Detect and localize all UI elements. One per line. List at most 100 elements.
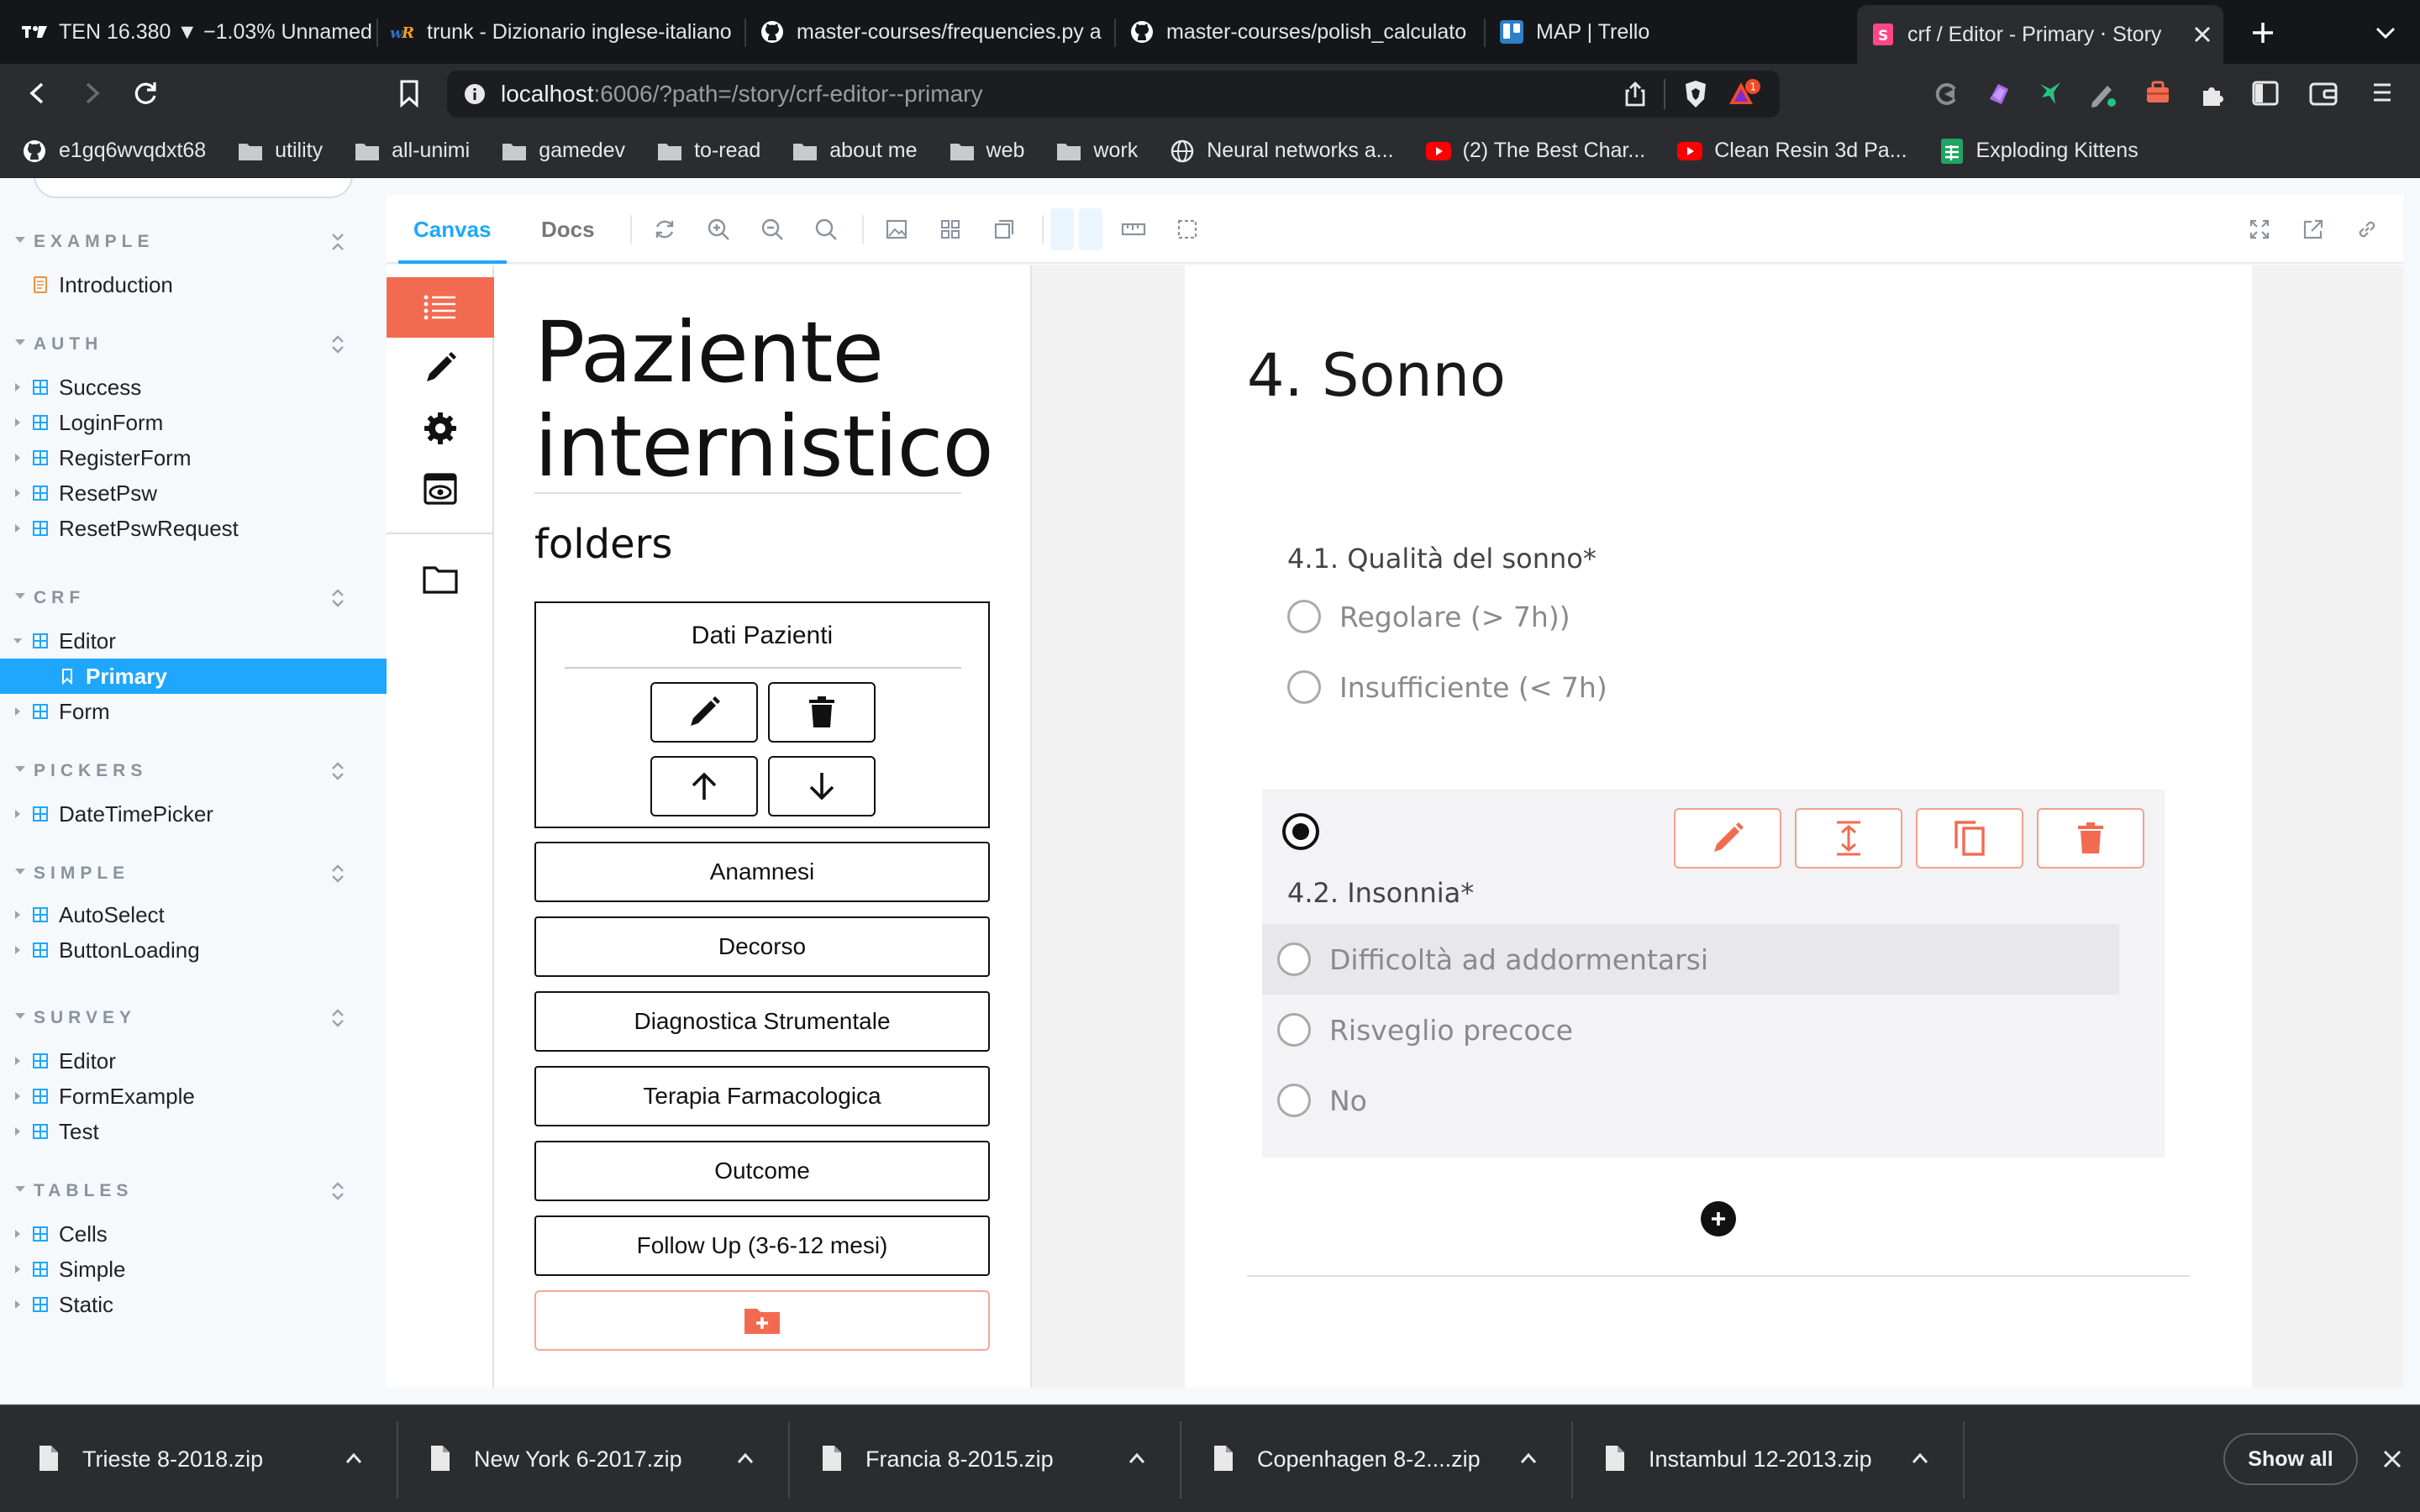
download-item[interactable]: Instambul 12-2013.zip [1566, 1406, 1958, 1512]
download-item[interactable]: Copenhagen 8-2....zip [1175, 1406, 1566, 1512]
address-bar[interactable]: localhost :6006/?path=/story/crf-editor-… [447, 71, 1780, 118]
bookmark-folder-utility[interactable]: utility [238, 139, 323, 164]
close-downloads-icon[interactable] [2380, 1446, 2405, 1472]
outline-icon[interactable] [1173, 215, 1202, 244]
zoom-in-icon[interactable] [704, 215, 733, 244]
rail-folders-button[interactable] [387, 549, 494, 610]
expand-all-icon[interactable] [328, 585, 348, 612]
radio-circle-icon[interactable] [1277, 1013, 1311, 1047]
sidebar-item-cells[interactable]: Cells [0, 1216, 387, 1252]
radio-option[interactable]: No [1262, 1065, 2119, 1136]
bookmark-neural-networks[interactable]: Neural networks a... [1170, 139, 1394, 164]
folder-card-open[interactable]: Dati Pazienti [534, 601, 990, 828]
chevron-up-icon[interactable] [736, 1450, 755, 1467]
tab-search-chevron-icon[interactable] [2375, 25, 2396, 40]
folder-anamnesi[interactable]: Anamnesi [534, 842, 990, 902]
tab-github-frequencies[interactable]: master-courses/frequencies.py a [760, 0, 1113, 64]
sidebar-item-autoselect[interactable]: AutoSelect [0, 897, 387, 932]
chevron-up-icon[interactable] [1128, 1450, 1146, 1467]
collapse-all-icon[interactable] [328, 228, 348, 255]
expand-all-icon[interactable] [328, 860, 348, 887]
measure-ruler-icon[interactable] [1119, 215, 1148, 244]
sidebar-item-test[interactable]: Test [0, 1114, 387, 1149]
sidebar-item-success[interactable]: Success [0, 370, 387, 405]
close-tab-icon[interactable] [2191, 24, 2213, 45]
edit-question-button[interactable] [1674, 808, 1781, 869]
section-header-crf[interactable]: CRF [0, 581, 387, 615]
site-info-icon[interactable] [464, 83, 486, 105]
sidebar-item-simple[interactable]: Simple [0, 1252, 387, 1287]
bookmark-youtube-best-char[interactable]: (2) The Best Char... [1425, 139, 1645, 164]
chevron-up-icon[interactable] [1911, 1450, 1929, 1467]
bookmark-exploding-kittens[interactable]: Exploding Kittens [1939, 138, 2139, 164]
sidebar-item-survey-editor[interactable]: Editor [0, 1043, 387, 1079]
toolbox-extension-icon[interactable] [2144, 79, 2171, 106]
section-header-survey[interactable]: SURVEY [0, 1001, 387, 1035]
radio-option-hovered[interactable]: Difficoltà ad addormentarsi [1262, 924, 2119, 995]
sidebar-item-primary-story[interactable]: Primary [0, 659, 387, 694]
bookmark-folder-gamedev[interactable]: gamedev [502, 139, 625, 164]
tab-docs[interactable]: Docs [541, 195, 595, 264]
add-folder-button[interactable] [534, 1290, 990, 1351]
bookmark-folder-work[interactable]: work [1056, 139, 1138, 164]
expand-all-icon[interactable] [328, 331, 348, 358]
sidebar-toggle-icon[interactable] [2252, 81, 2279, 106]
expand-all-icon[interactable] [328, 758, 348, 785]
sidebar-item-crf-editor[interactable]: Editor [0, 623, 387, 659]
sidebar-item-registerform[interactable]: RegisterForm [0, 440, 387, 475]
delete-folder-button[interactable] [768, 682, 876, 743]
sidebar-item-datetimepicker[interactable]: DateTimePicker [0, 796, 387, 832]
question-card-selected[interactable]: 4.2. Insonnia* Difficoltà ad addormentar… [1262, 790, 2165, 1158]
resize-question-button[interactable] [1795, 808, 1902, 869]
edit-folder-button[interactable] [650, 682, 758, 743]
sidebar-item-static[interactable]: Static [0, 1287, 387, 1322]
duplicate-question-button[interactable] [1916, 808, 2023, 869]
sidebar-item-introduction[interactable]: Introduction [0, 267, 387, 302]
section-header-simple[interactable]: SIMPLE [0, 857, 387, 890]
addon-toggle-2[interactable] [1079, 208, 1102, 250]
radio-option[interactable]: Regolare (> 7h)) [1272, 581, 2129, 652]
sidebar-item-resetpsw[interactable]: ResetPsw [0, 475, 387, 511]
bookmark-youtube-resin[interactable]: Clean Resin 3d Pa... [1677, 139, 1907, 164]
brave-shields-icon[interactable] [1682, 79, 1709, 109]
bookmark-folder-all-unimi[interactable]: all-unimi [355, 139, 470, 164]
sidebar-item-loginform[interactable]: LoginForm [0, 405, 387, 440]
tab-canvas[interactable]: Canvas [398, 195, 506, 264]
section-header-pickers[interactable]: PICKERS [0, 754, 387, 788]
radio-circle-icon[interactable] [1277, 942, 1311, 976]
share-icon[interactable] [1623, 81, 1647, 108]
rail-edit-button[interactable] [387, 338, 494, 398]
radio-option[interactable]: Insufficiente (< 7h) [1272, 652, 2129, 722]
section-header-auth[interactable]: AUTH [0, 328, 387, 361]
folder-outcome[interactable]: Outcome [534, 1141, 990, 1201]
move-folder-down-button[interactable] [768, 756, 876, 816]
radio-circle-icon[interactable] [1287, 600, 1321, 633]
addon-toggle-1[interactable] [1050, 208, 1074, 250]
sidebar-item-resetpswrequest[interactable]: ResetPswRequest [0, 511, 387, 546]
brave-rewards-icon[interactable]: 1 [1728, 79, 1761, 109]
new-tab-icon[interactable] [2250, 20, 2275, 45]
sidebar-item-formexample[interactable]: FormExample [0, 1079, 387, 1114]
rail-settings-button[interactable] [387, 398, 494, 459]
bookmark-github-profile[interactable]: e1gq6wvqdxt68 [22, 139, 206, 164]
background-image-icon[interactable] [882, 215, 911, 244]
expand-all-icon[interactable] [328, 1178, 348, 1205]
ghostery-extension-icon[interactable] [1933, 81, 1960, 108]
section-header-example[interactable]: EXAMPLE [0, 225, 387, 259]
download-item[interactable]: Francia 8-2015.zip [783, 1406, 1175, 1512]
tab-wordreference[interactable]: wR trunk - Dizionario inglese-italiano [390, 0, 743, 64]
bookmark-folder-web[interactable]: web [950, 139, 1024, 164]
sidebar-item-form[interactable]: Form [0, 694, 387, 729]
hummingbird-extension-icon[interactable] [2037, 79, 2064, 108]
forward-arrow-icon[interactable] [79, 81, 104, 106]
radio-option[interactable]: Risveglio precoce [1262, 995, 2119, 1065]
reset-zoom-icon[interactable] [812, 215, 840, 244]
download-item[interactable]: Trieste 8-2018.zip [0, 1406, 392, 1512]
add-question-button[interactable] [1701, 1201, 1736, 1236]
move-folder-up-button[interactable] [650, 756, 758, 816]
folder-diagnostica-strumentale[interactable]: Diagnostica Strumentale [534, 991, 990, 1052]
sidebar-item-buttonloading[interactable]: ButtonLoading [0, 932, 387, 968]
delete-question-button[interactable] [2037, 808, 2144, 869]
open-new-tab-icon[interactable] [2299, 215, 2328, 244]
radio-selected-icon[interactable] [1282, 813, 1319, 850]
